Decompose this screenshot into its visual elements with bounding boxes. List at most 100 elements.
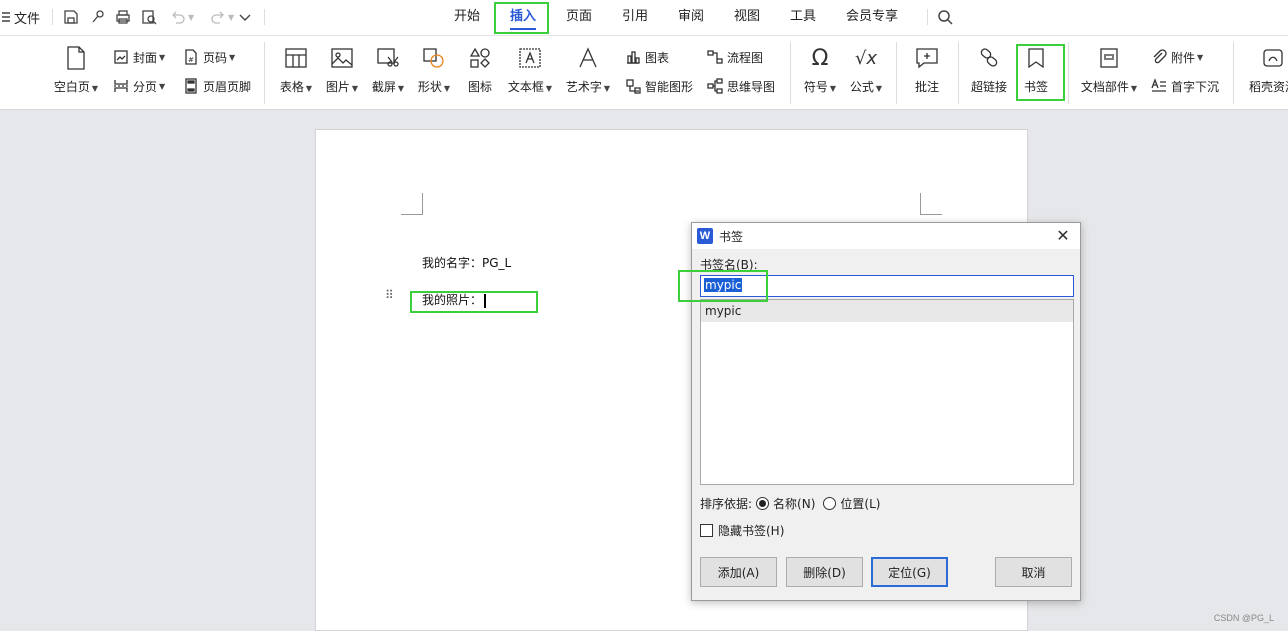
dropdown-arrow-icon: ▼ bbox=[305, 84, 313, 93]
picture-icon bbox=[328, 44, 356, 72]
bookmark-icon bbox=[1022, 44, 1050, 72]
redo-icon bbox=[211, 11, 224, 24]
group-divider bbox=[1068, 42, 1069, 104]
bookmark-name-label: 书签名(B): bbox=[700, 258, 758, 272]
svg-text:#: # bbox=[188, 56, 194, 64]
bookmark-list[interactable]: mypic bbox=[700, 299, 1074, 485]
sort-by-position-radio[interactable] bbox=[823, 497, 837, 510]
group-divider bbox=[264, 42, 265, 104]
hide-bookmarks-checkbox[interactable] bbox=[700, 524, 713, 537]
customize-toolbar-button[interactable] bbox=[237, 0, 253, 34]
margin-corner-mark bbox=[920, 193, 942, 215]
add-button[interactable]: 添加(A) bbox=[700, 557, 777, 587]
margin-corner-mark bbox=[401, 193, 423, 215]
attachment-button[interactable]: 附件 ▼ bbox=[1150, 46, 1203, 68]
hide-bookmarks-label: 隐藏书签(H) bbox=[718, 524, 785, 538]
comment-button[interactable]: 批注 bbox=[899, 40, 955, 106]
drag-handle-icon[interactable]: ⠿ bbox=[385, 289, 395, 306]
tab-page[interactable]: 页面 bbox=[560, 0, 598, 34]
sort-by-name-label[interactable]: 名称(N) bbox=[773, 495, 815, 512]
chart-button[interactable]: 图表 bbox=[624, 46, 669, 68]
wps-logo-icon: W bbox=[697, 228, 713, 244]
dialog-title-bar[interactable]: W 书签 ✕ bbox=[692, 223, 1080, 249]
header-footer-button[interactable]: 页眉页脚 bbox=[182, 75, 251, 97]
tab-review[interactable]: 审阅 bbox=[672, 0, 710, 34]
doc-text-line[interactable]: 我的名字：PG_L bbox=[422, 254, 511, 271]
share-button[interactable] bbox=[90, 0, 106, 34]
link-icon bbox=[92, 10, 104, 23]
redo-dropdown-icon: ▼ bbox=[228, 12, 235, 22]
divider bbox=[52, 9, 53, 25]
page-break-button[interactable]: 分页 ▼ bbox=[112, 75, 165, 97]
undo-icon bbox=[172, 11, 185, 24]
page-number-icon: # bbox=[182, 48, 200, 66]
print-icon bbox=[116, 10, 130, 24]
list-item[interactable]: mypic bbox=[701, 300, 1073, 322]
tab-member[interactable]: 会员专享 bbox=[840, 0, 904, 34]
bookmark-button[interactable]: 书签 bbox=[1008, 40, 1064, 106]
goto-button[interactable]: 定位(G) bbox=[871, 557, 948, 587]
close-button[interactable]: ✕ bbox=[1054, 227, 1072, 245]
doc-parts-icon bbox=[1095, 44, 1123, 72]
save-icon bbox=[64, 10, 78, 24]
file-menu[interactable]: 文件 bbox=[14, 0, 40, 34]
dropdown-arrow-icon: ▼ bbox=[603, 84, 611, 93]
doc-text-line-cursor[interactable]: 我的照片： bbox=[422, 291, 486, 308]
doc-parts-button[interactable]: 文档部件 ▼ bbox=[1078, 40, 1140, 106]
resources-button[interactable]: 稻壳资源 bbox=[1243, 40, 1288, 106]
dropdown-arrow-icon: ▼ bbox=[875, 84, 883, 93]
cancel-button[interactable]: 取消 bbox=[995, 557, 1072, 587]
dropdown-arrow-icon: ▼ bbox=[829, 84, 837, 93]
flowchart-icon bbox=[706, 48, 724, 66]
sort-by-position-label[interactable]: 位置(L) bbox=[840, 495, 880, 512]
mindmap-button[interactable]: 思维导图 bbox=[706, 75, 775, 97]
wordart-icon bbox=[574, 44, 602, 72]
bookmark-dialog: W 书签 ✕ 书签名(B): mypic mypic 排序依据: 名称(N) 位… bbox=[691, 222, 1081, 601]
page-number-button[interactable]: # 页码 ▼ bbox=[182, 46, 235, 68]
omega-icon: Ω bbox=[811, 45, 829, 71]
smart-graphic-icon bbox=[624, 77, 642, 95]
dropdown-arrow-icon: ▼ bbox=[91, 84, 99, 93]
drop-cap-icon bbox=[1150, 77, 1168, 95]
smart-graphic-button[interactable]: 智能图形 bbox=[624, 75, 693, 97]
delete-button[interactable]: 删除(D) bbox=[786, 557, 863, 587]
bookmark-name-input[interactable]: mypic bbox=[700, 275, 1074, 297]
dropdown-arrow-icon: ▼ bbox=[159, 81, 166, 91]
formula-button[interactable]: √x 公式 ▼ bbox=[838, 40, 894, 106]
preview-icon bbox=[142, 10, 157, 25]
sort-by-name-radio[interactable] bbox=[756, 497, 770, 510]
sort-options: 排序依据: 名称(N) 位置(L) bbox=[700, 495, 880, 512]
tab-references[interactable]: 引用 bbox=[616, 0, 654, 34]
print-preview-button[interactable] bbox=[141, 0, 157, 34]
tab-home[interactable]: 开始 bbox=[448, 0, 486, 34]
resources-icon bbox=[1259, 44, 1287, 72]
blank-page-button[interactable]: 空白页 ▼ bbox=[48, 40, 104, 106]
scissors-icon bbox=[374, 44, 402, 72]
flowchart-button[interactable]: 流程图 bbox=[706, 46, 763, 68]
search-icon bbox=[938, 10, 953, 25]
redo-button[interactable]: ▼ bbox=[210, 0, 234, 34]
undo-dropdown-icon: ▼ bbox=[188, 12, 195, 22]
textbox-button[interactable]: 文本框 ▼ bbox=[502, 40, 558, 106]
active-tab-indicator bbox=[510, 28, 536, 30]
mindmap-icon bbox=[706, 77, 724, 95]
selected-text: mypic bbox=[704, 278, 743, 292]
shape-icon bbox=[420, 44, 448, 72]
group-divider bbox=[896, 42, 897, 104]
sort-label: 排序依据: bbox=[700, 497, 753, 511]
undo-button[interactable]: ▼ bbox=[170, 0, 194, 34]
save-button[interactable] bbox=[63, 0, 79, 34]
search-button[interactable] bbox=[937, 0, 953, 34]
wordart-button[interactable]: 艺术字 ▼ bbox=[560, 40, 616, 106]
watermark: CSDN @PG_L bbox=[1213, 613, 1274, 623]
ribbon-toolbar: 空白页 ▼ 封面 ▼ 分页 ▼ # 页码 ▼ 页眉页脚 表格 ▼ 图片 ▼ 截屏 ▼ 形状 ▼ … bbox=[0, 36, 1288, 110]
tab-insert[interactable]: 插入 bbox=[500, 0, 546, 34]
print-button[interactable] bbox=[115, 0, 131, 34]
tab-view[interactable]: 视图 bbox=[728, 0, 766, 34]
tab-tools[interactable]: 工具 bbox=[784, 0, 822, 34]
drop-cap-button[interactable]: 首字下沉 bbox=[1150, 75, 1219, 97]
hide-bookmarks-option[interactable]: 隐藏书签(H) bbox=[700, 522, 784, 539]
dropdown-arrow-icon: ▼ bbox=[545, 84, 553, 93]
icon-button[interactable]: 图标 bbox=[452, 40, 508, 106]
cover-button[interactable]: 封面 ▼ bbox=[112, 46, 165, 68]
